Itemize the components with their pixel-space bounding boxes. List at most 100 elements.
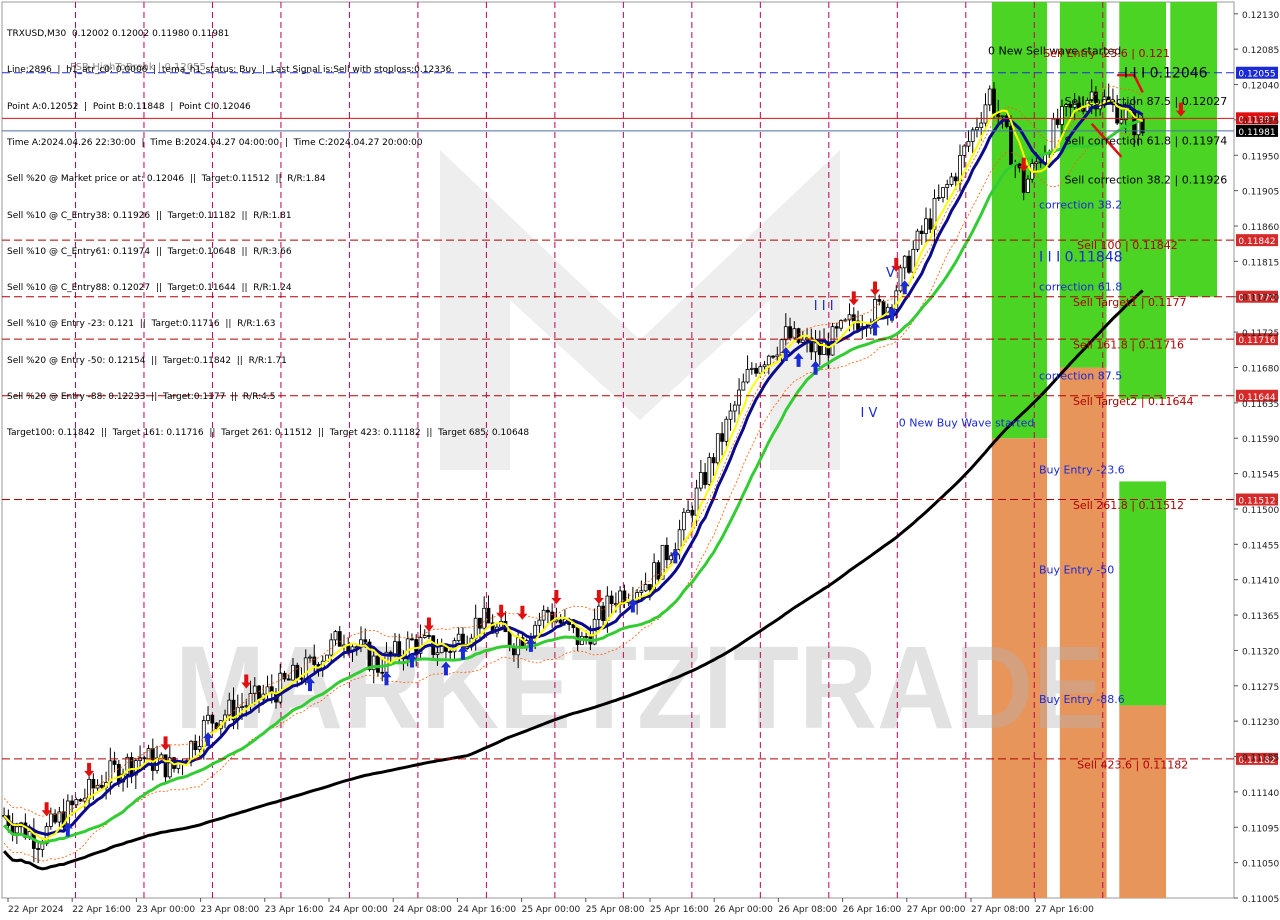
candle-body bbox=[928, 218, 933, 230]
y-tick-label: 0.11500 bbox=[1242, 506, 1279, 516]
chart-annotation: Buy Entry -50 bbox=[1039, 563, 1114, 576]
candle-body bbox=[924, 218, 928, 234]
candle-body bbox=[762, 364, 767, 368]
y-tick-label: 0.11545 bbox=[1242, 471, 1279, 481]
candle-body bbox=[754, 367, 758, 374]
chart-annotation: 0 New Buy Wave started bbox=[899, 416, 1035, 429]
chart-annotation: I I I 0.12046 bbox=[1124, 65, 1208, 81]
candle-body bbox=[1009, 126, 1013, 166]
candle-body bbox=[337, 631, 342, 647]
candle-body bbox=[639, 590, 644, 593]
y-tick-label: 0.11860 bbox=[1242, 223, 1279, 233]
candle-body bbox=[979, 122, 984, 128]
candle-body bbox=[129, 756, 134, 776]
candle-body bbox=[745, 368, 750, 383]
info-line: Sell %10 @ Entry -23: 0.121 || Target:0.… bbox=[7, 319, 276, 330]
candle-body bbox=[686, 509, 690, 513]
candle-body bbox=[1060, 106, 1064, 125]
y-tick-label: 0.11770 bbox=[1242, 294, 1279, 304]
candle-body bbox=[720, 433, 724, 442]
candle-body bbox=[299, 677, 304, 680]
symbol-ohlc-line: TRXUSD,M30 0.12002 0.12002 0.11980 0.119… bbox=[7, 29, 230, 40]
price-level-label: 0.11981 bbox=[1238, 128, 1275, 138]
candle-body bbox=[150, 748, 155, 771]
signal-zone bbox=[1119, 705, 1167, 898]
info-line: Sell %10 @ C_Entry38: 0.11926 || Target:… bbox=[7, 210, 292, 221]
candle-body bbox=[257, 685, 261, 700]
chart-annotation: I V bbox=[861, 406, 878, 421]
candle-body bbox=[703, 472, 707, 485]
candle-body bbox=[1026, 178, 1030, 193]
candle-body bbox=[435, 652, 440, 655]
y-tick-label: 0.12085 bbox=[1242, 46, 1279, 56]
candle-body bbox=[244, 705, 249, 708]
candle-body bbox=[792, 328, 797, 339]
candle-body bbox=[295, 664, 300, 679]
candle-body bbox=[664, 544, 669, 561]
x-tick-label: 27 Apr 16:00 bbox=[1035, 905, 1094, 915]
x-tick-label: 25 Apr 08:00 bbox=[586, 905, 645, 915]
candle-body bbox=[74, 799, 79, 806]
candle-body bbox=[647, 584, 652, 591]
info-line: Sell %20 @ Entry -50: 0.12154 || Target:… bbox=[7, 355, 287, 366]
candle-body bbox=[715, 433, 720, 464]
candle-body bbox=[575, 627, 580, 645]
x-tick-label: 24 Apr 00:00 bbox=[329, 905, 388, 915]
y-tick-label: 0.11725 bbox=[1242, 329, 1279, 339]
candle-body bbox=[758, 366, 763, 374]
candle-body bbox=[329, 639, 334, 656]
candle-body bbox=[605, 595, 610, 621]
candle-body bbox=[99, 784, 104, 788]
y-tick-label: 0.12130 bbox=[1242, 11, 1279, 21]
y-tick-label: 0.11635 bbox=[1242, 400, 1279, 410]
candle-body bbox=[966, 140, 971, 147]
price-level-label: 0.11842 bbox=[1238, 237, 1275, 247]
candle-body bbox=[992, 88, 996, 114]
candle-body bbox=[1000, 115, 1005, 118]
candle-body bbox=[376, 655, 380, 673]
y-tick-label: 0.12040 bbox=[1242, 82, 1279, 92]
candle-body bbox=[333, 631, 338, 641]
candle-body bbox=[410, 638, 414, 641]
candle-body bbox=[473, 617, 478, 639]
candle-body bbox=[36, 848, 41, 850]
candle-body bbox=[1034, 161, 1039, 165]
x-tick-label: 23 Apr 00:00 bbox=[136, 905, 195, 915]
candle-body bbox=[142, 757, 147, 760]
candle-body bbox=[541, 609, 546, 621]
candle-body bbox=[439, 645, 444, 654]
candle-body bbox=[558, 619, 563, 624]
price-level-label: 0.12055 bbox=[1238, 70, 1275, 80]
candle-body bbox=[796, 328, 801, 343]
candle-body bbox=[507, 631, 512, 648]
candle-body bbox=[584, 635, 589, 638]
candle-body bbox=[380, 671, 385, 674]
x-tick-label: 26 Apr 00:00 bbox=[714, 905, 773, 915]
chart-annotation: Sell Entry -23.6 | 0.121 bbox=[1043, 47, 1170, 60]
info-line: Sell %10 @ C_Entry88: 0.12027 || Target:… bbox=[7, 283, 292, 294]
candle-body bbox=[953, 176, 958, 182]
candle-body bbox=[278, 672, 283, 703]
candle-body bbox=[749, 367, 754, 370]
candle-body bbox=[456, 633, 461, 642]
candle-body bbox=[622, 590, 627, 604]
candle-body bbox=[214, 722, 219, 730]
chart-annotation: I I I 0.11848 bbox=[1039, 249, 1123, 265]
x-tick-label: 25 Apr 00:00 bbox=[522, 905, 581, 915]
chart-annotation: correction 38.2 bbox=[1039, 199, 1122, 212]
x-tick-label: 23 Apr 08:00 bbox=[201, 905, 260, 915]
candle-body bbox=[707, 457, 712, 485]
chart-annotation: Sell correction 87.5 | 0.12027 bbox=[1064, 95, 1227, 108]
candle-body bbox=[308, 656, 312, 659]
x-tick-label: 23 Apr 16:00 bbox=[265, 905, 324, 915]
x-tick-label: 24 Apr 08:00 bbox=[393, 905, 452, 915]
candle-body bbox=[902, 255, 907, 269]
y-tick-label: 0.11905 bbox=[1242, 188, 1279, 198]
candle-body bbox=[681, 511, 686, 531]
chart-annotation: Sell 261.8 | 0.11512 bbox=[1073, 499, 1184, 512]
candle-body bbox=[537, 619, 542, 626]
chart-annotation: V bbox=[886, 266, 895, 281]
y-tick-label: 0.11140 bbox=[1242, 789, 1279, 799]
candle-body bbox=[783, 326, 788, 341]
chart-annotation: Buy Entry -23.6 bbox=[1039, 464, 1125, 477]
